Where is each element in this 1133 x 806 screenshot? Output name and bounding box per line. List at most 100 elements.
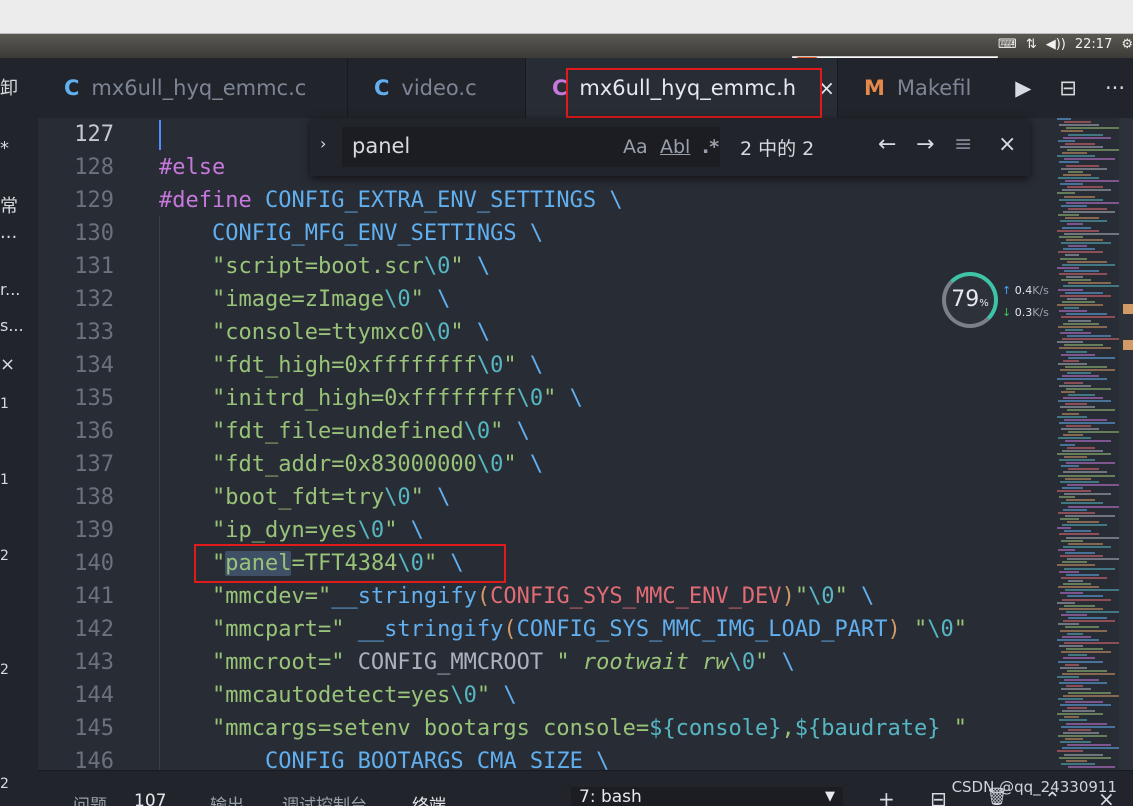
minimap-line <box>1067 744 1111 747</box>
minimap-line <box>1065 180 1119 182</box>
tab-makefile[interactable]: M Makefil <box>838 58 988 118</box>
tab-mx6ull-hyq-emmc-c[interactable]: C mx6ull_hyq_emmc.c <box>38 58 348 118</box>
tab-problems[interactable]: 问题 <box>73 791 107 806</box>
code-line[interactable]: "mmcautodetect=yes\0" \ <box>159 683 517 708</box>
minimap-line <box>1063 248 1095 251</box>
regex-icon[interactable]: .* <box>702 136 719 158</box>
minimap-line <box>1061 576 1107 579</box>
code-line[interactable]: "mmcpart=" __stringify(CONFIG_SYS_MMC_IM… <box>159 617 967 642</box>
line-number: 136 <box>74 419 114 444</box>
tab-debug-console[interactable]: 调试控制台 <box>282 791 367 806</box>
code-line[interactable]: #else <box>159 155 225 180</box>
code-line[interactable]: "console=ttymxc0\0" \ <box>159 320 490 345</box>
minimap-line <box>1060 592 1083 595</box>
code-line[interactable]: "fdt_file=undefined\0" \ <box>159 419 530 444</box>
code-editor[interactable]: 127 128 129 130 131 132 133 134 135 136 … <box>38 118 1053 770</box>
gear-icon[interactable]: ⚙ <box>1121 37 1133 52</box>
sidebar-badge: 2 <box>0 662 9 678</box>
minimap-line <box>1066 424 1091 427</box>
code-line[interactable]: "mmcroot=" CONFIG_MMCROOT " rootwait rw\… <box>159 650 795 675</box>
minimap-line <box>1065 552 1095 554</box>
minimap-line <box>1068 245 1087 248</box>
match-case-icon[interactable]: Aa <box>623 136 648 158</box>
code-line[interactable]: CONFIG_MFG_ENV_SETTINGS \ <box>159 221 543 246</box>
whole-word-icon[interactable]: Abl <box>660 136 690 158</box>
download-speed: ↓ 0.3K/s <box>1002 306 1049 319</box>
vertical-scrollbar[interactable] <box>1119 118 1133 770</box>
upload-speed: ↑ 0.4K/s <box>1002 284 1049 297</box>
split-editor-icon[interactable]: ⊟ <box>1059 76 1077 100</box>
minimap[interactable] <box>1053 118 1119 770</box>
code-line[interactable]: CONFIG_BOOTARGS_CMA_SIZE \ <box>159 749 609 770</box>
split-terminal-icon[interactable]: ⊟ <box>930 787 947 806</box>
find-widget: › panel Aa Abl .* 2 中的 2 ← → ≡ × <box>310 118 1030 176</box>
keyboard-icon[interactable]: ⌨ <box>998 37 1017 52</box>
minimap-line <box>1067 297 1087 300</box>
minimap-line <box>1057 155 1095 158</box>
sidebar-glyph[interactable]: * <box>0 138 9 159</box>
tab-output[interactable]: 输出 <box>210 791 244 806</box>
code-line[interactable]: "mmcdev="__stringify(CONFIG_SYS_MMC_ENV_… <box>159 584 874 609</box>
network-speed-widget[interactable]: 79% ↑ 0.4K/s ↓ 0.3K/s <box>942 272 1052 330</box>
code-line[interactable]: "boot_fdt=try\0" \ <box>159 485 450 510</box>
minimap-line <box>1068 542 1103 545</box>
c-file-icon: C <box>374 76 390 100</box>
c-file-icon: C <box>64 76 80 100</box>
minimap-line <box>1062 747 1119 750</box>
code-line[interactable]: "ip_dyn=yes\0" \ <box>159 518 424 543</box>
code-line[interactable]: "script=boot.scr\0" \ <box>159 254 490 279</box>
terminal-select[interactable]: 7: bash ▼ <box>571 787 843 806</box>
minimap-line <box>1060 294 1111 297</box>
volume-icon[interactable]: ◀)) <box>1046 37 1066 52</box>
minimap-line <box>1064 716 1079 719</box>
minimap-line <box>1064 195 1095 198</box>
minimap-line <box>1063 211 1115 213</box>
sidebar-glyph[interactable]: ... <box>0 222 17 243</box>
find-in-selection-icon[interactable]: ≡ <box>954 132 972 157</box>
run-icon[interactable]: ▶ <box>1015 76 1031 100</box>
network-arrows-icon[interactable]: ⇅ <box>1026 37 1037 52</box>
close-icon[interactable]: × <box>0 354 15 375</box>
tab-terminal[interactable]: 终端 <box>412 791 446 806</box>
code-line[interactable]: "image=zImage\0" \ <box>159 287 450 312</box>
next-match-icon[interactable]: → <box>916 132 934 157</box>
code-line[interactable]: "fdt_high=0xffffffff\0" \ <box>159 353 543 378</box>
sidebar-glyph[interactable]: 常 <box>0 192 18 218</box>
cpu-usage-ring: 79% <box>942 272 998 328</box>
minimap-line <box>1065 403 1087 406</box>
more-actions-icon[interactable]: ··· <box>1105 76 1125 100</box>
minimap-line <box>1065 738 1083 740</box>
minimap-line <box>1068 133 1103 136</box>
add-terminal-icon[interactable]: + <box>878 787 895 806</box>
minimap-line <box>1060 629 1107 632</box>
minimap-line <box>1068 356 1115 359</box>
minimap-line <box>1059 124 1099 127</box>
code-line[interactable]: "initrd_high=0xffffffff\0" \ <box>159 386 583 411</box>
sidebar-glyph[interactable]: s... <box>0 316 24 335</box>
minimap-line <box>1057 118 1071 120</box>
tab-label: mx6ull_hyq_emmc.c <box>91 76 307 100</box>
sidebar-badge: 2 <box>0 776 9 792</box>
close-icon[interactable]: × <box>998 132 1016 157</box>
sidebar-glyph[interactable]: 卸 <box>0 74 18 100</box>
minimap-line <box>1057 564 1095 567</box>
toggle-replace-icon[interactable]: › <box>320 134 326 153</box>
minimap-line <box>1059 570 1079 573</box>
minimap-line <box>1058 362 1087 365</box>
system-clock[interactable]: 22:17 <box>1075 37 1112 52</box>
minimap-line <box>1062 710 1095 713</box>
previous-match-icon[interactable]: ← <box>878 132 896 157</box>
scroll-match-marker <box>1123 304 1133 314</box>
tab-video-c[interactable]: C video.c <box>348 58 526 118</box>
code-line[interactable]: "mmcargs=setenv bootargs console=${conso… <box>159 716 967 741</box>
sidebar-glyph[interactable]: r... <box>0 280 20 299</box>
code-line[interactable]: #define CONFIG_EXTRA_ENV_SETTINGS \ <box>159 188 623 213</box>
minimap-line <box>1064 269 1099 272</box>
minimap-line <box>1066 313 1107 316</box>
minimap-line <box>1057 638 1099 641</box>
code-line[interactable]: "fdt_addr=0x83000000\0" \ <box>159 452 543 477</box>
minimap-line <box>1057 304 1103 306</box>
minimap-line <box>1063 397 1103 399</box>
window-title-bar <box>0 0 1133 34</box>
minimap-line <box>1057 676 1079 678</box>
